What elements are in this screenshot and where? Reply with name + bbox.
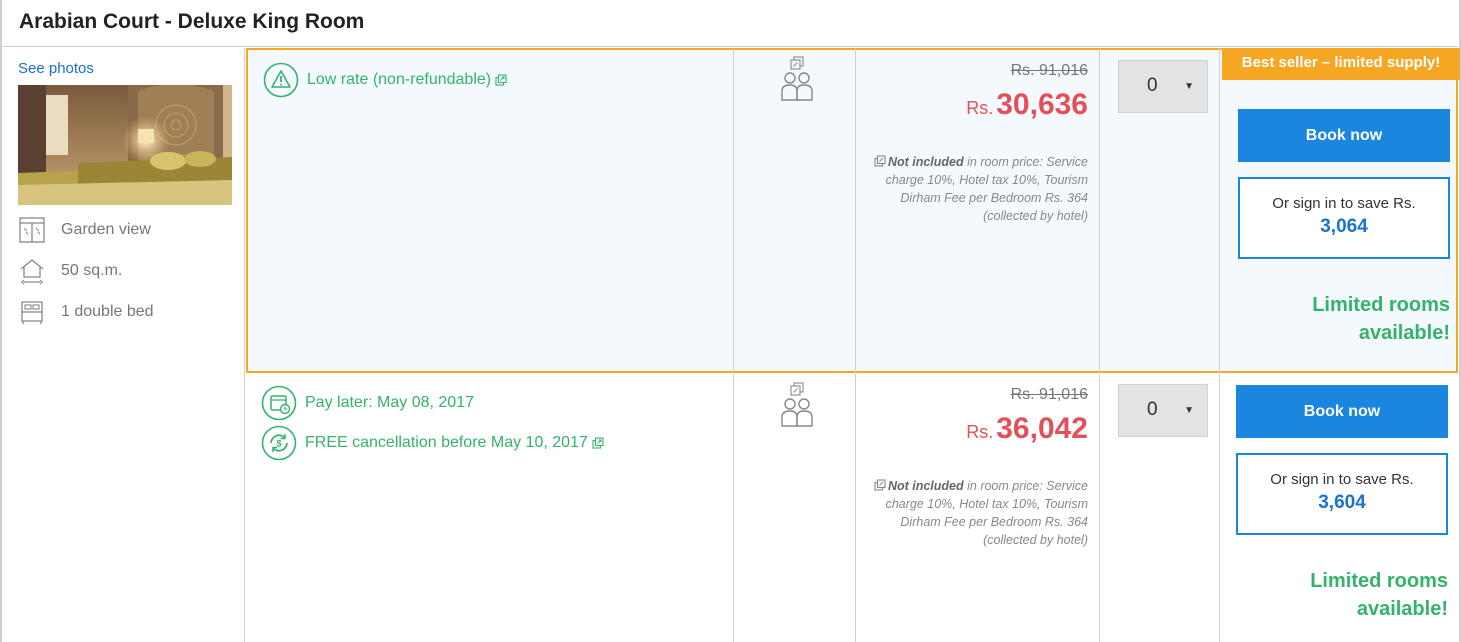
room-photo[interactable]: [18, 85, 232, 205]
price-currency: Rs.: [966, 98, 994, 118]
original-price: Rs. 91,016: [1010, 386, 1088, 403]
savings-amount: 3,064: [1320, 216, 1368, 237]
price-amount: 36,042: [996, 412, 1088, 445]
price-amount: 30,636: [996, 88, 1088, 121]
info-link-icon[interactable]: [874, 155, 886, 167]
room-quantity-select[interactable]: 0 ▼: [1118, 60, 1208, 113]
limited-line: available!: [1358, 322, 1450, 344]
sign-in-text: Or sign in to save Rs.: [1272, 195, 1416, 212]
rate-condition[interactable]: $ FREE cancellation before May 10, 2017: [261, 425, 604, 461]
savings-amount: 3,604: [1318, 492, 1366, 513]
rate-row: Low rate (non-refundable) Rs. 91,016 Rs.…: [246, 48, 1460, 373]
feature-bed: 1 double bed: [18, 298, 154, 326]
svg-text:$: $: [276, 439, 281, 449]
book-now-button[interactable]: Book now: [1236, 385, 1448, 438]
warning-icon: [263, 62, 299, 98]
feature-room-size: 50 sq.m.: [18, 257, 122, 285]
window-icon: [19, 217, 45, 243]
not-included-note: Not included in room price: Service char…: [863, 153, 1088, 225]
chevron-down-icon: ▼: [1184, 81, 1194, 92]
rate-row: Pay later: May 08, 2017 $ FREE cancellat…: [246, 374, 1458, 642]
house-size-icon: [20, 259, 44, 285]
external-link-icon[interactable]: [592, 437, 604, 449]
room-info-column: See photos Garden view 50 sq.m. 1 double…: [2, 48, 245, 642]
room-title: Arabian Court - Deluxe King Room: [19, 10, 365, 33]
column-divider: [733, 48, 734, 373]
discounted-price: Rs. 30,636: [966, 88, 1088, 122]
rate-condition[interactable]: Low rate (non-refundable): [263, 62, 507, 98]
condition-label: FREE cancellation before May 10, 2017: [305, 434, 588, 451]
limited-rooms-notice: Limited rooms available!: [1228, 567, 1448, 623]
column-divider: [1219, 48, 1220, 373]
condition-label: Pay later: May 08, 2017: [305, 394, 474, 411]
see-photos-link[interactable]: See photos: [18, 60, 94, 77]
column-divider: [855, 48, 856, 373]
discounted-price: Rs. 36,042: [966, 412, 1088, 446]
condition-label: Low rate (non-refundable): [307, 71, 492, 88]
not-included-label: Not included: [887, 479, 964, 493]
external-link-icon[interactable]: [495, 74, 507, 86]
chevron-down-icon: ▼: [1184, 405, 1194, 416]
room-photo-image: [18, 85, 232, 205]
limited-line: Limited rooms: [1312, 294, 1450, 316]
quantity-value: 0: [1147, 75, 1158, 96]
book-now-button[interactable]: Book now: [1238, 109, 1450, 162]
feature-garden-view: Garden view: [18, 216, 151, 244]
occupancy-icon[interactable]: [778, 56, 818, 102]
column-divider: [1099, 374, 1100, 642]
bed-icon: [21, 301, 43, 324]
room-quantity-select[interactable]: 0 ▼: [1118, 384, 1208, 437]
calendar-clock-icon: [261, 385, 297, 421]
sign-in-to-save-button[interactable]: Or sign in to save Rs. 3,064: [1238, 177, 1450, 259]
best-seller-badge: Best seller – limited supply!: [1222, 48, 1460, 80]
occupancy-icon[interactable]: [778, 382, 818, 428]
not-included-note: Not included in room price: Service char…: [863, 477, 1088, 549]
booking-column: Best seller – limited supply! Book now O…: [1222, 48, 1460, 373]
column-divider: [1099, 48, 1100, 373]
sign-in-to-save-button[interactable]: Or sign in to save Rs. 3,604: [1236, 453, 1448, 535]
column-divider: [855, 374, 856, 642]
sign-in-text: Or sign in to save Rs.: [1270, 471, 1414, 488]
quantity-value: 0: [1147, 399, 1158, 420]
not-included-label: Not included: [887, 155, 964, 169]
column-divider: [733, 374, 734, 642]
feature-label: Garden view: [61, 221, 151, 238]
limited-line: Limited rooms: [1310, 570, 1448, 592]
free-cancellation-icon: $: [261, 425, 297, 461]
info-link-icon[interactable]: [874, 479, 886, 491]
original-price: Rs. 91,016: [1010, 62, 1088, 79]
rate-condition: Pay later: May 08, 2017: [261, 385, 474, 421]
feature-label: 1 double bed: [61, 303, 154, 320]
limited-line: available!: [1356, 598, 1448, 620]
room-header: Arabian Court - Deluxe King Room: [2, 0, 1458, 47]
feature-label: 50 sq.m.: [61, 262, 123, 279]
price-currency: Rs.: [966, 422, 994, 442]
limited-rooms-notice: Limited rooms available!: [1230, 291, 1450, 347]
booking-column: Book now Or sign in to save Rs. 3,604 Li…: [1220, 374, 1454, 642]
